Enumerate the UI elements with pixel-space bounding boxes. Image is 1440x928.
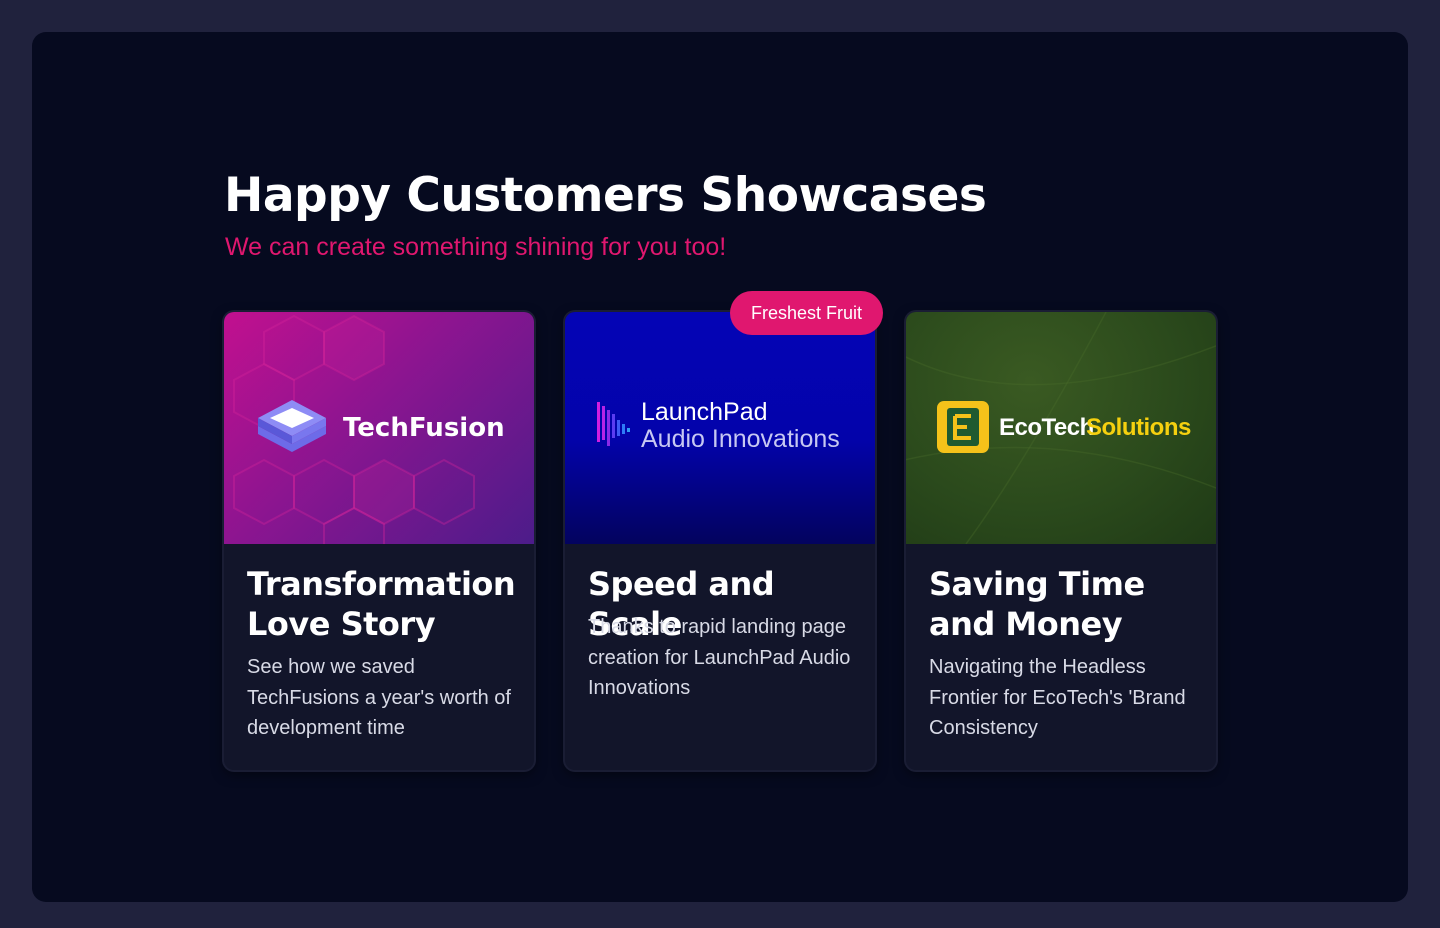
card-description: Thanks to rapid landing page creation fo…: [588, 616, 851, 699]
launchpad-logo-line2: Audio Innovations: [641, 425, 840, 453]
launchpad-logo-line1: LaunchPad: [641, 398, 768, 426]
ecotech-logo-icon: [937, 401, 989, 453]
card-description: Navigating the Headless Frontier for Eco…: [929, 656, 1186, 739]
ecotech-banner: EcoTech Solutions: [906, 312, 1216, 544]
case-study-card-ecotech[interactable]: EcoTech Solutions Saving Time and Money …: [906, 312, 1216, 770]
launchpad-logo-icon: [597, 402, 630, 446]
techfusion-logo-icon: [258, 400, 326, 452]
freshest-fruit-badge: Freshest Fruit: [730, 291, 883, 335]
card-description: See how we saved TechFusions a year's wo…: [247, 656, 511, 739]
launchpad-banner: LaunchPad Audio Innovations: [565, 312, 875, 544]
card-title: Transformation Love Story: [247, 565, 516, 643]
ecotech-logo-name: EcoTech: [999, 414, 1094, 441]
techfusion-banner: TechFusion: [224, 312, 534, 544]
case-study-card-techfusion[interactable]: TechFusion Transformation Love Story See…: [224, 312, 534, 770]
card-title: Saving Time and Money: [929, 565, 1145, 643]
ecotech-logo-suffix: Solutions: [1086, 414, 1191, 441]
section-subtitle: We can create something shining for you …: [225, 233, 727, 261]
case-study-card-launchpad[interactable]: LaunchPad Audio Innovations Speed and Sc…: [565, 312, 875, 770]
techfusion-logo-text: TechFusion: [343, 413, 505, 443]
section-title: Happy Customers Showcases: [224, 168, 987, 223]
